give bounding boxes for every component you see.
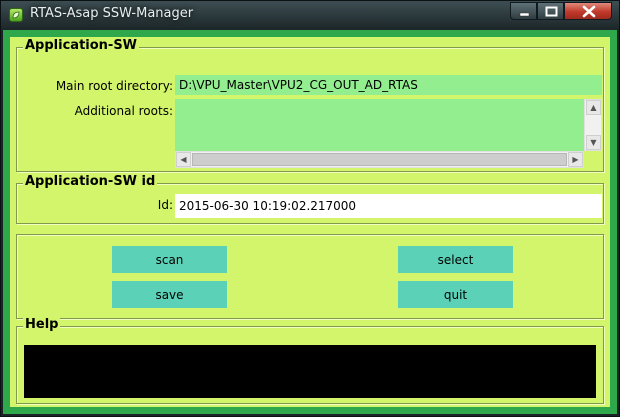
maximize-icon xyxy=(545,6,558,17)
save-button[interactable]: save xyxy=(112,281,227,308)
maximize-button[interactable] xyxy=(537,2,564,20)
actions-group: scan select save quit xyxy=(16,234,604,319)
additional-roots-vscrollbar[interactable]: ▲ ▼ xyxy=(584,99,602,151)
client-area: Application-SW Main root directory: D:\V… xyxy=(10,37,610,407)
minimize-icon xyxy=(519,12,530,17)
close-button[interactable] xyxy=(564,2,612,20)
minimize-button[interactable] xyxy=(510,2,537,20)
window-frame: Application-SW Main root directory: D:\V… xyxy=(3,30,617,414)
hscroll-thumb[interactable] xyxy=(192,153,567,166)
help-legend: Help xyxy=(23,317,61,332)
additional-roots-hscrollbar[interactable]: ◀ ▶ xyxy=(175,151,584,168)
close-icon xyxy=(582,5,596,18)
id-field[interactable]: 2015-06-30 10:19:02.217000 xyxy=(175,194,602,218)
title-bar[interactable]: RTAS-Asap SSW-Manager xyxy=(1,1,619,29)
main-root-field[interactable]: D:\VPU_Master\VPU2_CG_OUT_AD_RTAS xyxy=(175,75,602,95)
additional-roots-label: Additional roots: xyxy=(74,104,173,118)
app-window: RTAS-Asap SSW-Manager Application-SW Mai… xyxy=(0,0,620,417)
id-label: Id: xyxy=(157,198,173,212)
application-sw-group: Application-SW Main root directory: D:\V… xyxy=(16,38,604,172)
application-sw-legend: Application-SW xyxy=(23,38,140,53)
select-button[interactable]: select xyxy=(398,246,513,273)
scroll-left-icon[interactable]: ◀ xyxy=(176,152,191,167)
scroll-down-icon[interactable]: ▼ xyxy=(586,135,601,150)
scan-button[interactable]: scan xyxy=(112,246,227,273)
scroll-up-icon[interactable]: ▲ xyxy=(586,100,601,115)
application-sw-id-group: Application-SW id Id: 2015-06-30 10:19:0… xyxy=(16,174,604,224)
leaf-app-icon xyxy=(9,8,23,22)
application-sw-id-legend: Application-SW id xyxy=(23,174,158,189)
main-root-label: Main root directory: xyxy=(55,79,173,93)
scroll-right-icon[interactable]: ▶ xyxy=(568,152,583,167)
help-group: Help xyxy=(16,317,604,404)
quit-button[interactable]: quit xyxy=(398,281,513,308)
window-title: RTAS-Asap SSW-Manager xyxy=(30,6,194,21)
additional-roots-field[interactable] xyxy=(175,99,584,151)
help-text-area xyxy=(24,345,596,398)
